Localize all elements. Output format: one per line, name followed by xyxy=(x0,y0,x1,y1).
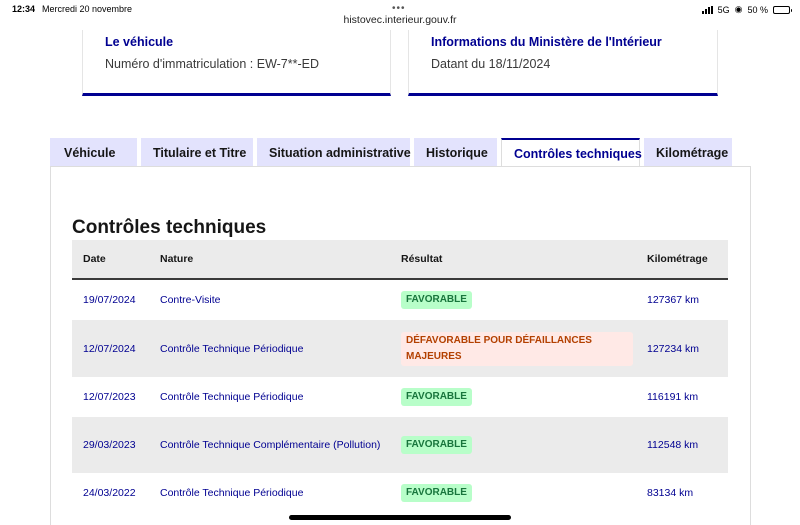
row-nature: Contrôle Technique Périodique xyxy=(160,342,304,355)
row-mileage: 116191 km xyxy=(647,391,699,403)
row-nature: Contrôle Technique Complémentaire (Pollu… xyxy=(160,439,381,451)
row-nature: Contre-Visite xyxy=(160,294,221,306)
row-mileage: 83134 km xyxy=(647,487,694,499)
row-mileage: 112548 km xyxy=(647,439,699,451)
battery-label: 50 % xyxy=(747,4,768,15)
header-nature: Nature xyxy=(160,253,194,265)
tab-situation-administrative[interactable]: Situation administrative xyxy=(257,138,411,167)
result-badge: FAVORABLE xyxy=(401,388,472,406)
signal-icon xyxy=(701,5,713,14)
home-indicator[interactable] xyxy=(289,515,511,520)
vehicle-card-title: Le véhicule xyxy=(105,35,174,49)
row-date: 12/07/2023 xyxy=(83,391,136,403)
ministry-date: Datant du 18/11/2024 xyxy=(431,57,551,71)
row-date: 19/07/2024 xyxy=(83,294,136,306)
header-mileage: Kilométrage xyxy=(647,253,708,265)
tab-bar: Véhicule Titulaire et Titre Situation ad… xyxy=(50,138,732,167)
tab-historique[interactable]: Historique xyxy=(414,138,497,167)
row-date: 12/07/2024 xyxy=(83,342,136,355)
status-date: Mercredi 20 novembre xyxy=(42,4,133,14)
battery-icon xyxy=(773,5,792,14)
row-date: 29/03/2023 xyxy=(83,439,136,451)
header-result: Résultat xyxy=(401,253,443,265)
url-bar[interactable]: histovec.interieur.gouv.fr xyxy=(0,14,800,26)
ministry-card-title: Informations du Ministère de l'Intérieur xyxy=(431,35,662,49)
table-row: 19/07/2024 Contre-Visite FAVORABLE 12736… xyxy=(72,279,728,320)
result-badge: DÉFAVORABLE POUR DÉFAILLANCES MAJEURES xyxy=(401,331,633,366)
tab-vehicule[interactable]: Véhicule xyxy=(50,138,137,167)
more-dots-icon[interactable]: ••• xyxy=(392,3,406,14)
table-header-row: Date Nature Résultat Kilométrage xyxy=(72,240,728,279)
table-row: 12/07/2023 Contrôle Technique Périodique… xyxy=(72,377,728,417)
section-title: Contrôles techniques xyxy=(72,217,267,238)
header-date: Date xyxy=(83,253,106,265)
row-mileage: 127367 km xyxy=(647,294,699,306)
table-row: 12/07/2024 Contrôle Technique Périodique… xyxy=(72,320,728,377)
table-row: 29/03/2023 Contrôle Technique Complément… xyxy=(72,417,728,473)
tab-titulaire[interactable]: Titulaire et Titre xyxy=(141,138,253,167)
vehicle-registration: Numéro d'immatriculation : EW-7**-ED xyxy=(105,57,320,71)
row-mileage: 127234 km xyxy=(647,342,699,355)
status-time: 12:34 xyxy=(12,4,36,14)
result-badge: FAVORABLE xyxy=(401,291,472,309)
row-date: 24/03/2022 xyxy=(83,487,136,499)
vehicle-card: Le véhicule Numéro d'immatriculation : E… xyxy=(82,30,391,96)
table-row: 24/03/2022 Contrôle Technique Périodique… xyxy=(72,473,728,513)
ministry-card: Informations du Ministère de l'Intérieur… xyxy=(408,30,718,96)
row-nature: Contrôle Technique Périodique xyxy=(160,487,304,499)
tab-controles-techniques[interactable]: Contrôles techniques xyxy=(501,138,642,167)
controles-table: Date Nature Résultat Kilométrage 19/07/2… xyxy=(72,240,728,513)
result-badge: FAVORABLE xyxy=(401,484,472,502)
result-badge: FAVORABLE xyxy=(401,436,472,454)
network-label: 5G xyxy=(717,4,730,15)
row-nature: Contrôle Technique Périodique xyxy=(160,391,304,403)
tab-kilometrage[interactable]: Kilométrage xyxy=(644,138,732,167)
